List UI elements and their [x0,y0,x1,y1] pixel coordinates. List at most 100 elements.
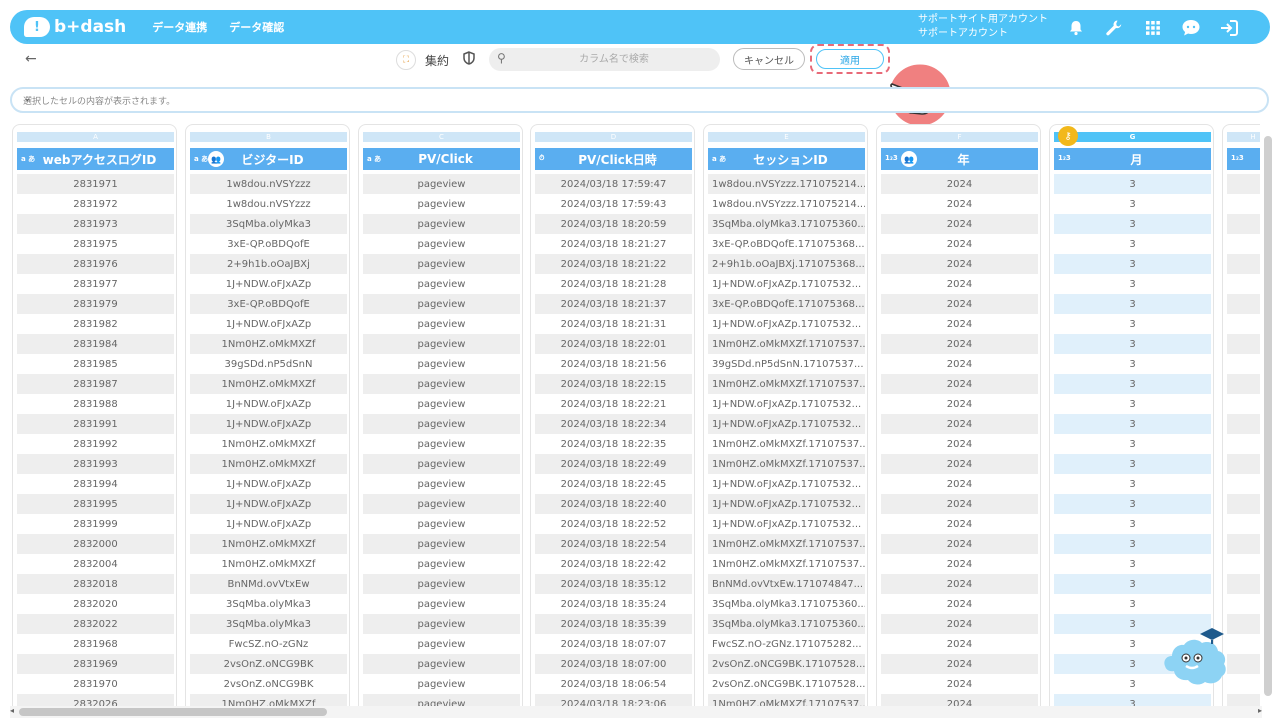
table-cell[interactable] [1227,574,1260,594]
chat-icon[interactable] [1180,17,1202,39]
table-cell[interactable]: 2024/03/18 18:23:06 [535,694,692,706]
table-cell[interactable]: 3 [1054,274,1211,294]
table-cell[interactable]: 2832018 [17,574,174,594]
table-cell[interactable]: 3 [1054,574,1211,594]
column-header[interactable]: 1₂3 [1227,148,1260,170]
table-cell[interactable]: 1J+NDW.oFJxAZp.17107532... [708,494,865,514]
table-cell[interactable]: pageview [363,194,520,214]
table-cell[interactable]: pageview [363,514,520,534]
table-cell[interactable]: pageview [363,434,520,454]
vertical-scrollbar[interactable] [1262,124,1272,710]
logout-icon[interactable] [1218,17,1240,39]
table-cell[interactable]: 3 [1054,454,1211,474]
table-cell[interactable]: 3 [1054,494,1211,514]
table-cell[interactable]: 2024 [881,334,1038,354]
table-cell[interactable]: 2024/03/18 18:07:07 [535,634,692,654]
table-cell[interactable]: 1J+NDW.oFJxAZp [190,514,347,534]
table-cell[interactable]: 2024/03/18 18:22:45 [535,474,692,494]
table-cell[interactable]: 2024 [881,634,1038,654]
table-cell[interactable]: 2831994 [17,474,174,494]
table-cell[interactable]: 2024/03/18 17:59:43 [535,194,692,214]
table-cell[interactable]: pageview [363,694,520,706]
table-cell[interactable] [1227,394,1260,414]
app-logo[interactable]: ! b+dash [24,17,126,37]
table-cell[interactable] [1227,554,1260,574]
table-cell[interactable]: 2vsOnZ.oNCG9BK [190,674,347,694]
table-cell[interactable]: 39gSDd.nP5dSnN [190,354,347,374]
table-cell[interactable]: 2831976 [17,254,174,274]
table-cell[interactable]: BnNMd.ovVtxEw.171074847... [708,574,865,594]
horizontal-scroll-thumb[interactable] [19,708,327,716]
table-cell[interactable] [1227,674,1260,694]
table-cell[interactable]: 1J+NDW.oFJxAZp.17107532... [708,274,865,294]
column-letter[interactable]: H [1227,132,1260,142]
table-cell[interactable] [1227,254,1260,274]
table-cell[interactable]: pageview [363,634,520,654]
table-cell[interactable]: pageview [363,674,520,694]
table-cell[interactable]: pageview [363,174,520,194]
column-letter[interactable]: B [190,132,347,142]
table-cell[interactable]: 3 [1054,414,1211,434]
table-cell[interactable]: pageview [363,334,520,354]
table-cell[interactable]: 2024/03/18 18:35:12 [535,574,692,594]
bell-icon[interactable] [1065,17,1087,39]
table-cell[interactable]: 2831970 [17,674,174,694]
column-header[interactable]: 1₂3 👥 年 [881,148,1038,170]
table-cell[interactable]: 1w8dou.nVSYzzz [190,194,347,214]
table-cell[interactable]: 3SqMba.olyMka3.171075360... [708,614,865,634]
table-cell[interactable]: 2832004 [17,554,174,574]
nav-data-integration[interactable]: データ連携 [152,19,207,35]
table-cell[interactable]: pageview [363,214,520,234]
aggregate-icon[interactable]: ⛶ [396,50,416,70]
table-cell[interactable]: FwcSZ.nO-zGNz [190,634,347,654]
table-cell[interactable] [1227,334,1260,354]
table-cell[interactable]: 2024 [881,534,1038,554]
table-cell[interactable]: 3SqMba.olyMka3 [190,614,347,634]
table-cell[interactable]: pageview [363,594,520,614]
table-cell[interactable]: 2024 [881,654,1038,674]
table-cell[interactable]: 1Nm0HZ.oMkMXZf [190,374,347,394]
table-cell[interactable]: 1Nm0HZ.oMkMXZf.17107537... [708,694,865,706]
table-cell[interactable]: 1J+NDW.oFJxAZp [190,414,347,434]
table-cell[interactable]: 2831991 [17,414,174,434]
table-cell[interactable]: 1Nm0HZ.oMkMXZf [190,334,347,354]
column-letter[interactable]: C [363,132,520,142]
column-search-input[interactable] [519,50,709,68]
table-cell[interactable]: 1J+NDW.oFJxAZp [190,474,347,494]
table-cell[interactable]: pageview [363,374,520,394]
table-cell[interactable]: 2024/03/18 18:22:42 [535,554,692,574]
table-cell[interactable]: 3 [1054,394,1211,414]
table-cell[interactable]: 3 [1054,594,1211,614]
table-cell[interactable]: pageview [363,534,520,554]
table-cell[interactable]: pageview [363,234,520,254]
selected-cell-content-bar[interactable]: 選択したセルの内容が表示されます。 ⌄ [10,87,1269,113]
table-cell[interactable]: 2024/03/18 17:59:47 [535,174,692,194]
table-cell[interactable]: pageview [363,494,520,514]
table-cell[interactable]: 3 [1054,374,1211,394]
vertical-scroll-thumb[interactable] [1264,136,1272,696]
table-cell[interactable]: 2831999 [17,514,174,534]
table-cell[interactable] [1227,174,1260,194]
table-cell[interactable]: pageview [363,654,520,674]
column-letter[interactable]: D [535,132,692,142]
wrench-icon[interactable] [1103,17,1125,39]
table-cell[interactable]: 3 [1054,214,1211,234]
column-header[interactable]: a あ 👥 ビジターID [190,148,347,170]
table-cell[interactable] [1227,274,1260,294]
table-cell[interactable]: 1J+NDW.oFJxAZp [190,274,347,294]
table-cell[interactable] [1227,654,1260,674]
table-cell[interactable]: 2024 [881,474,1038,494]
table-cell[interactable]: 1Nm0HZ.oMkMXZf.17107537... [708,334,865,354]
table-cell[interactable]: 1w8dou.nVSYzzz [190,174,347,194]
table-cell[interactable]: BnNMd.ovVtxEw [190,574,347,594]
table-cell[interactable]: 1J+NDW.oFJxAZp.17107532... [708,314,865,334]
table-cell[interactable]: 2831993 [17,454,174,474]
table-cell[interactable]: 1Nm0HZ.oMkMXZf [190,694,347,706]
table-cell[interactable]: pageview [363,554,520,574]
table-cell[interactable] [1227,194,1260,214]
table-cell[interactable]: 2024 [881,314,1038,334]
aggregate-label[interactable]: 集約 [425,52,449,69]
column-header[interactable]: a あ セッションID [708,148,865,170]
horizontal-scrollbar[interactable]: ◂ ▸ [10,706,1262,718]
table-cell[interactable]: pageview [363,314,520,334]
